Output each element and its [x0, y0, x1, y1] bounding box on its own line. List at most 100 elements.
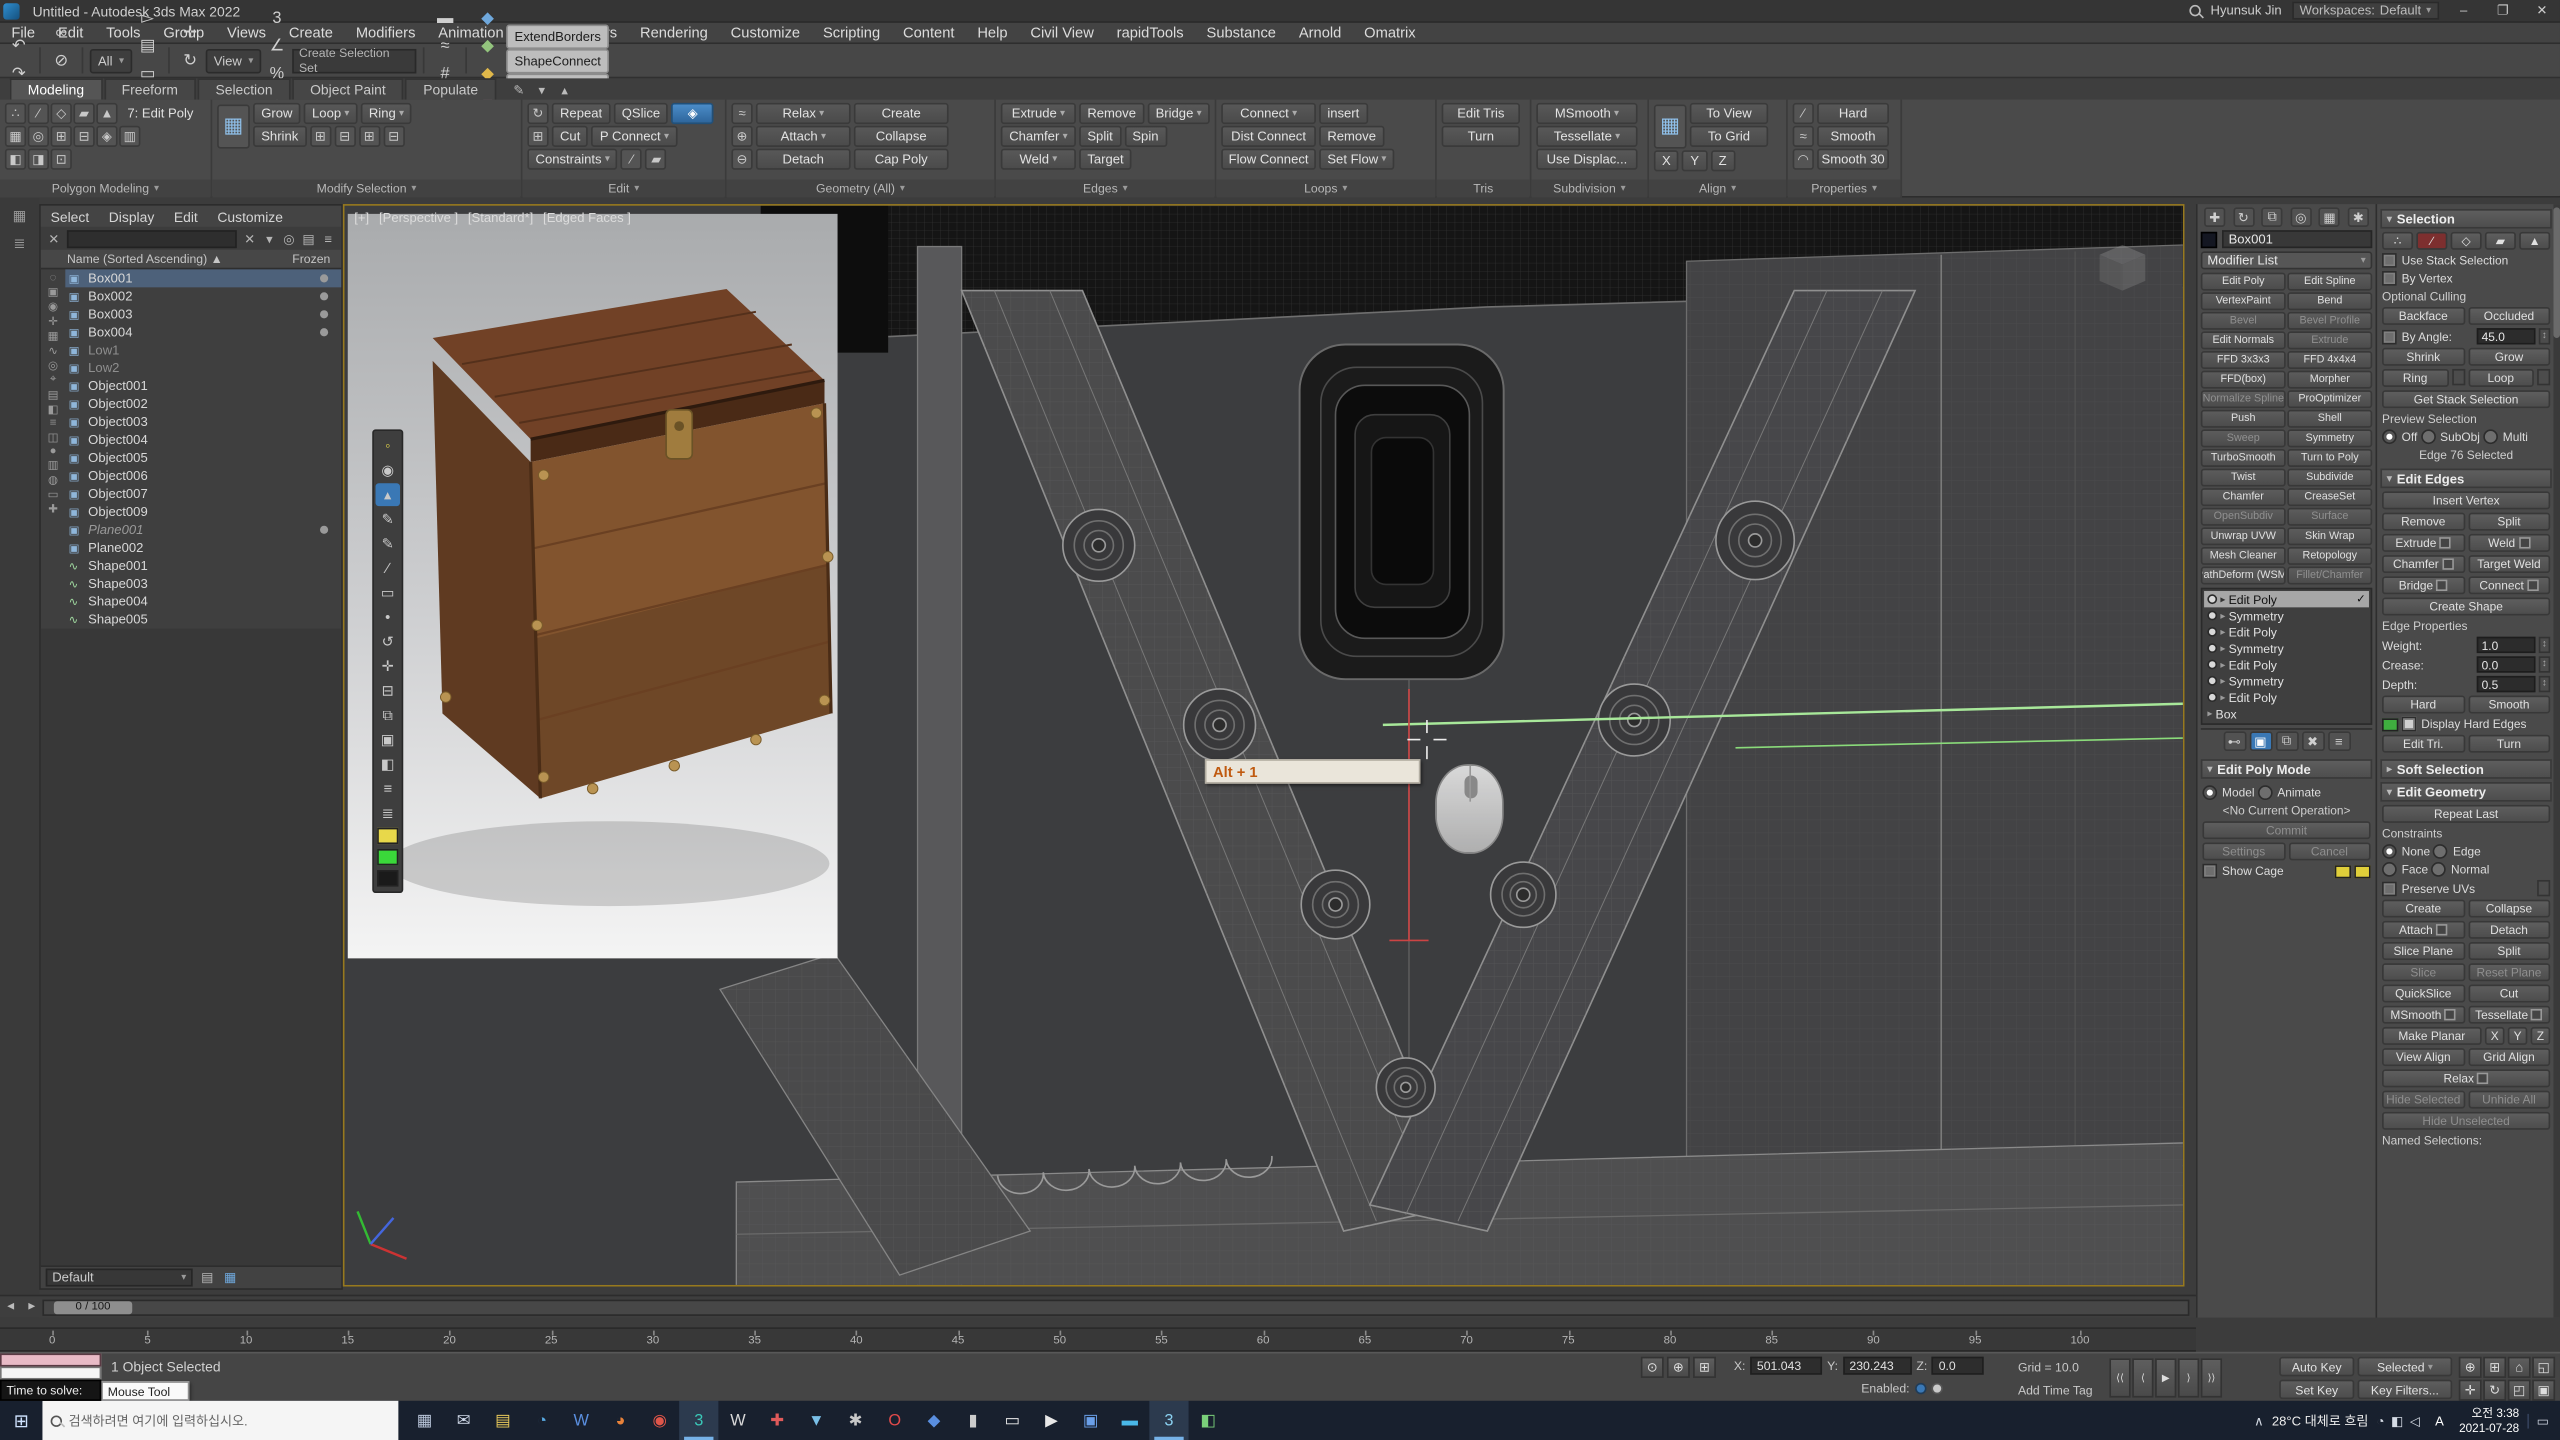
filter-shape-icon[interactable]: ◉: [48, 300, 58, 313]
pin-app-icon[interactable]: ✚: [758, 1401, 797, 1440]
angle-snap-icon[interactable]: ∠: [263, 33, 291, 61]
pm-icon-6[interactable]: ▥: [119, 126, 140, 147]
rollout-soft-selection[interactable]: ▸Soft Selection: [2380, 759, 2551, 779]
weld-edge-button[interactable]: Weld: [2468, 534, 2550, 552]
modifier-button[interactable]: Bend: [2287, 292, 2372, 310]
download-icon[interactable]: ▼: [797, 1401, 836, 1440]
modifier-button[interactable]: Edit Poly: [2201, 273, 2286, 291]
expand-icon[interactable]: ▸: [2220, 675, 2225, 686]
pm-icon-5[interactable]: ◈: [96, 126, 117, 147]
rollout-edit-geometry[interactable]: ▾Edit Geometry: [2380, 782, 2551, 802]
script-icon-2[interactable]: ◆: [474, 33, 502, 61]
menu-item[interactable]: Help: [966, 22, 1019, 43]
enabled-dot-gray[interactable]: [1931, 1383, 1942, 1394]
select-link-icon[interactable]: ∞: [47, 19, 75, 47]
element-subobject-icon[interactable]: ▲: [2519, 232, 2550, 250]
modifier-visibility-icon[interactable]: [2207, 676, 2217, 686]
by-angle-checkbox[interactable]: By Angle:: [2382, 329, 2452, 344]
commit-button[interactable]: Commit: [2202, 821, 2370, 839]
modifier-stack-row[interactable]: ▸ Edit Poly: [2204, 624, 2369, 640]
spin-button[interactable]: Spin: [1124, 126, 1166, 147]
explorer-menu-item[interactable]: Customize: [208, 208, 293, 224]
filter-frozen-icon[interactable]: ▥: [48, 459, 59, 472]
perspective-viewport[interactable]: [+] [Perspective ] [Standard*] [Edged Fa…: [343, 204, 2185, 1286]
menu-item[interactable]: Civil View: [1019, 22, 1105, 43]
scene-object-row[interactable]: ▣ Plane001: [65, 521, 341, 539]
insert-vertex-button[interactable]: Insert Vertex: [2382, 491, 2550, 509]
collapse-geo-button[interactable]: Collapse: [2468, 900, 2550, 918]
zoom-region-icon[interactable]: ◱: [2532, 1357, 2555, 1378]
connect-edge-button[interactable]: Connect: [2468, 576, 2550, 594]
scene-object-row[interactable]: ∿ Shape001: [65, 557, 341, 575]
get-stack-selection-button[interactable]: Get Stack Selection: [2382, 390, 2550, 408]
pm-icon-3[interactable]: ⊞: [51, 126, 72, 147]
repeat-last-button[interactable]: Repeat Last: [2382, 805, 2550, 823]
task-view-icon[interactable]: ▦: [405, 1401, 444, 1440]
track-bar[interactable]: 0510152025303540455055606570758085909510…: [0, 1327, 2196, 1351]
filter-group-icon[interactable]: ◧: [48, 403, 59, 416]
modifier-button[interactable]: Morpher: [2287, 371, 2372, 389]
hard-edge-button[interactable]: Hard: [2382, 696, 2464, 714]
scene-object-row[interactable]: ▣ Box003: [65, 305, 341, 323]
select-by-name-icon[interactable]: ▤: [134, 33, 162, 61]
modifier-button[interactable]: Bevel: [2201, 312, 2286, 330]
menu-item[interactable]: Arnold: [1287, 22, 1352, 43]
dist-connect-button[interactable]: Dist Connect: [1221, 126, 1316, 147]
viewport-pov-label[interactable]: [Perspective ]: [379, 211, 458, 226]
next-frame-icon[interactable]: ⟩: [2178, 1358, 2199, 1397]
modifier-visibility-icon[interactable]: [2207, 627, 2217, 637]
by-angle-spinner[interactable]: ↕: [2539, 328, 2550, 344]
modifier-button[interactable]: Edit Normals: [2201, 331, 2286, 349]
weather-widget[interactable]: 28°C 대체로 흐림: [2272, 1411, 2369, 1429]
filter-hidden-icon[interactable]: ◍: [48, 473, 58, 486]
modifier-list-dropdown[interactable]: Modifier List▾: [2201, 251, 2372, 269]
smooth-30-button[interactable]: Smooth 30: [1817, 149, 1889, 170]
to-view-button[interactable]: To View: [1690, 103, 1768, 124]
modifier-visibility-icon[interactable]: [2207, 611, 2217, 621]
minimize-button[interactable]: –: [2449, 0, 2478, 21]
scene-object-row[interactable]: ▣ Object006: [65, 467, 341, 485]
maximize-button[interactable]: ❐: [2488, 0, 2517, 21]
depth-spinner[interactable]: ↕: [2539, 676, 2550, 692]
pm-icon-9[interactable]: ⊡: [51, 149, 72, 170]
z-coordinate-field[interactable]: 0.0: [1932, 1357, 1984, 1375]
to-grid-button[interactable]: To Grid: [1690, 126, 1768, 147]
menu-item[interactable]: Scripting: [812, 22, 892, 43]
modifier-button[interactable]: Mesh Cleaner: [2201, 547, 2286, 565]
show-cage-checkbox[interactable]: Show Cage: [2202, 864, 2283, 879]
explorer-settings-icon[interactable]: ▦: [220, 1268, 240, 1288]
menu-item[interactable]: Modifiers: [344, 22, 426, 43]
time-slider-track[interactable]: 0 / 100: [42, 1299, 2189, 1315]
modifier-button[interactable]: FFD 4x4x4: [2287, 351, 2372, 369]
chamfer-edge-button[interactable]: Chamfer: [2382, 555, 2464, 573]
modifier-button[interactable]: Chamfer: [2201, 488, 2286, 506]
cut-geo-button[interactable]: Cut: [2468, 984, 2550, 1002]
clock[interactable]: 오전 3:38 2021-07-28: [2459, 1406, 2519, 1435]
opera-icon[interactable]: O: [875, 1401, 914, 1440]
lock-explorer-icon[interactable]: ≡: [318, 229, 338, 249]
clear-search-icon[interactable]: ✕: [240, 229, 260, 249]
filter-all-icon[interactable]: ◌: [50, 273, 57, 284]
modifier-button[interactable]: FFD(box): [2201, 371, 2286, 389]
modifier-button[interactable]: Bevel Profile: [2287, 312, 2372, 330]
close-button[interactable]: ✕: [2527, 0, 2556, 21]
trash-icon[interactable]: ⊟: [376, 679, 400, 702]
fov-icon[interactable]: ◰: [2508, 1380, 2531, 1401]
loop-selection-button[interactable]: Loop: [2468, 369, 2534, 387]
filter-bone-icon[interactable]: ⌖: [50, 374, 56, 387]
expand-icon[interactable]: ▸: [2220, 642, 2225, 653]
onenote-icon[interactable]: ▬: [1110, 1401, 1149, 1440]
constraint-edge-radio[interactable]: Edge: [2433, 844, 2480, 859]
ribbon-tab[interactable]: Object Paint: [292, 78, 404, 99]
edit-tri-button[interactable]: Edit Tri.: [2382, 735, 2464, 753]
filter-layer-icon[interactable]: ●: [50, 446, 57, 457]
target-weld-edge-button[interactable]: Target Weld: [2468, 555, 2550, 573]
smooth-edge-button[interactable]: Smooth: [2468, 696, 2550, 714]
pm-icon-7[interactable]: ◧: [5, 149, 26, 170]
go-start-icon[interactable]: ⟨⟨: [2109, 1358, 2130, 1397]
hierarchy-tab-icon[interactable]: ⧉: [2262, 207, 2283, 227]
explorer-preset-dropdown[interactable]: Default▾: [46, 1269, 193, 1287]
expand-icon[interactable]: ▸: [2207, 708, 2212, 719]
make-planar-button[interactable]: Make Planar: [2382, 1027, 2482, 1045]
preview-subobj-radio[interactable]: SubObj: [2421, 429, 2480, 444]
